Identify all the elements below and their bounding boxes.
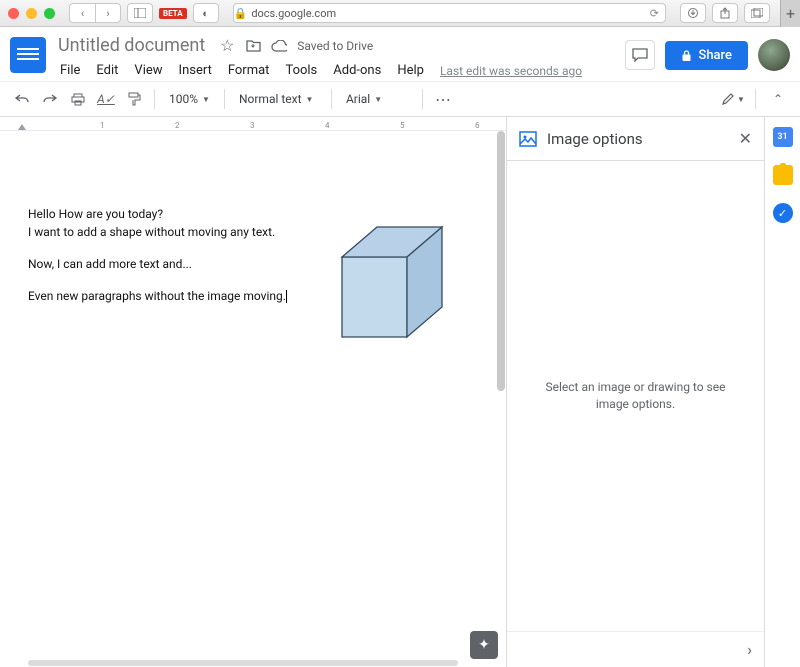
text-cursor xyxy=(286,290,287,303)
redo-icon xyxy=(43,93,57,105)
chevron-down-icon: ▼ xyxy=(306,95,314,104)
chevron-down-icon: ▼ xyxy=(374,95,382,104)
comment-icon xyxy=(632,48,648,62)
zoom-window[interactable] xyxy=(44,8,55,19)
share-button[interactable]: Share xyxy=(665,41,748,70)
back-button[interactable]: ‹ xyxy=(69,3,95,23)
spellcheck-button[interactable]: A✓ xyxy=(94,87,118,111)
download-icon xyxy=(688,8,698,18)
print-button[interactable] xyxy=(66,87,90,111)
chevron-up-icon: ⌃ xyxy=(773,92,783,106)
beta-badge: BETA xyxy=(159,8,187,19)
vertical-scrollbar[interactable] xyxy=(496,131,506,667)
forward-button[interactable]: › xyxy=(95,3,121,23)
scroll-thumb[interactable] xyxy=(497,131,505,391)
share-label: Share xyxy=(698,48,732,63)
undo-button[interactable] xyxy=(10,87,34,111)
cube-drawing[interactable] xyxy=(332,217,462,347)
minimize-window[interactable] xyxy=(26,8,37,19)
sidebar-icon xyxy=(134,8,146,18)
image-options-panel: Image options ✕ Select an image or drawi… xyxy=(506,117,764,667)
tabs-button[interactable] xyxy=(744,3,770,23)
new-tab-button[interactable]: + xyxy=(780,0,800,27)
nav-buttons: ‹ › xyxy=(69,3,121,23)
panel-title: Image options xyxy=(547,130,729,148)
cloud-icon xyxy=(271,38,287,54)
keep-addon[interactable] xyxy=(773,165,793,185)
docs-logo[interactable] xyxy=(10,37,46,73)
share-browser-button[interactable] xyxy=(712,3,738,23)
addon-sidebar xyxy=(764,117,800,667)
lock-icon xyxy=(681,49,692,62)
window-controls xyxy=(8,8,55,19)
image-icon xyxy=(519,131,537,147)
horizontal-ruler[interactable]: 1 2 3 4 5 6 xyxy=(0,117,506,131)
tasks-addon[interactable] xyxy=(773,203,793,223)
menu-view[interactable]: View xyxy=(128,60,168,81)
format-toolbar: A✓ 100%▼ Normal text▼ Arial▼ ⋯ ▼ ⌃ xyxy=(0,81,800,117)
docs-header: Untitled document ☆ Saved to Drive File … xyxy=(0,27,800,81)
chevron-down-icon: ▼ xyxy=(202,95,210,104)
style-select[interactable]: Normal text▼ xyxy=(233,92,323,106)
folder-icon xyxy=(246,39,261,52)
account-avatar[interactable] xyxy=(758,39,790,71)
pencil-icon xyxy=(721,92,735,106)
tabs-icon xyxy=(751,8,763,18)
horizontal-scrollbar[interactable] xyxy=(28,659,466,667)
editor-body: 1 2 3 4 5 6 Hello How are you today? I w… xyxy=(0,117,800,667)
menu-edit[interactable]: Edit xyxy=(90,60,124,81)
chevron-right-icon[interactable]: › xyxy=(747,640,752,659)
undo-icon xyxy=(15,93,29,105)
document-canvas[interactable]: 1 2 3 4 5 6 Hello How are you today? I w… xyxy=(0,117,506,667)
more-icon: ⋯ xyxy=(435,90,451,109)
collapse-button[interactable]: ⌃ xyxy=(766,87,790,111)
comments-button[interactable] xyxy=(625,40,655,70)
menu-bar: File Edit View Insert Format Tools Add-o… xyxy=(54,60,617,81)
zoom-select[interactable]: 100%▼ xyxy=(163,92,216,106)
page[interactable]: Hello How are you today? I want to add a… xyxy=(0,131,506,667)
close-panel-button[interactable]: ✕ xyxy=(739,129,752,148)
paint-format-button[interactable] xyxy=(122,87,146,111)
explore-button[interactable] xyxy=(470,631,498,659)
lock-icon: 🔒 xyxy=(234,7,248,20)
share-icon xyxy=(720,7,730,19)
document-title[interactable]: Untitled document xyxy=(54,33,209,58)
menu-addons[interactable]: Add-ons xyxy=(327,60,387,81)
redo-button[interactable] xyxy=(38,87,62,111)
panel-message: Select an image or drawing to see image … xyxy=(536,379,736,413)
editing-mode-button[interactable]: ▼ xyxy=(721,87,745,111)
close-window[interactable] xyxy=(8,8,19,19)
star-icon[interactable]: ☆ xyxy=(219,38,235,54)
menu-format[interactable]: Format xyxy=(222,60,276,81)
font-select[interactable]: Arial▼ xyxy=(340,92,414,106)
save-status: Saved to Drive xyxy=(297,39,373,53)
sidebar-button[interactable] xyxy=(127,3,153,23)
move-icon[interactable] xyxy=(245,38,261,54)
more-button[interactable]: ⋯ xyxy=(431,87,455,111)
calendar-addon[interactable] xyxy=(773,127,793,147)
menu-tools[interactable]: Tools xyxy=(279,60,323,81)
spellcheck-icon: A✓ xyxy=(97,92,115,106)
menu-help[interactable]: Help xyxy=(391,60,430,81)
reader-button[interactable]: ◐ xyxy=(193,3,219,23)
menu-insert[interactable]: Insert xyxy=(173,60,218,81)
reload-icon[interactable]: ⟳ xyxy=(650,7,659,20)
menu-file[interactable]: File xyxy=(54,60,86,81)
downloads-button[interactable] xyxy=(680,3,706,23)
last-edit-link[interactable]: Last edit was seconds ago xyxy=(440,64,582,78)
scroll-thumb[interactable] xyxy=(28,660,458,666)
print-icon xyxy=(71,93,85,106)
indent-marker[interactable] xyxy=(18,124,26,130)
browser-toolbar: ‹ › BETA ◐ 🔒 docs.google.com ⟳ + xyxy=(0,0,800,27)
address-bar[interactable]: 🔒 docs.google.com ⟳ xyxy=(233,3,666,23)
url-text: docs.google.com xyxy=(251,7,336,20)
paint-roller-icon xyxy=(128,92,141,106)
